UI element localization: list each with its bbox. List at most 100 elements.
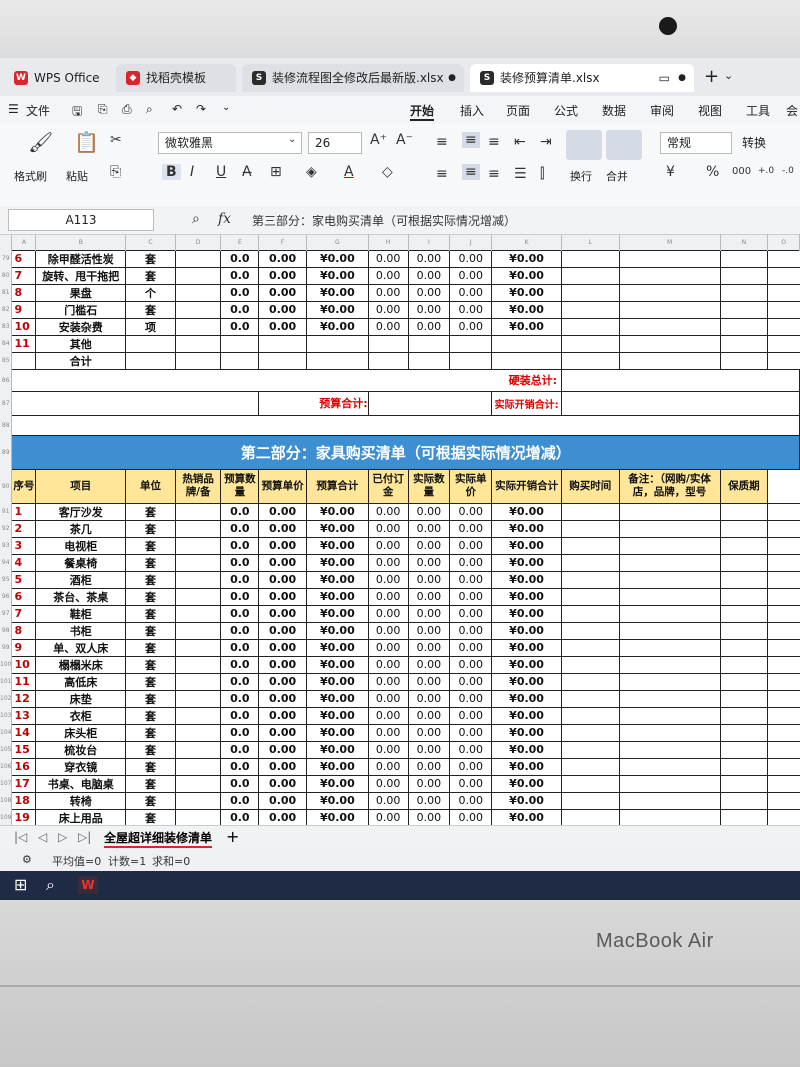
- cell-actual-price[interactable]: 0.00: [449, 689, 493, 708]
- cell-unit[interactable]: 套: [125, 621, 176, 640]
- row-number[interactable]: 93: [0, 537, 13, 554]
- cell-brand[interactable]: [174, 672, 222, 691]
- column-header[interactable]: 保质期: [719, 468, 769, 504]
- cell-actual-qty[interactable]: 0.00: [407, 672, 451, 691]
- cell-budget-total[interactable]: ¥0.00: [306, 519, 369, 538]
- cell-warranty[interactable]: [719, 655, 769, 674]
- cell-deposit[interactable]: 0.00: [367, 283, 409, 302]
- cell-brand[interactable]: [174, 774, 222, 793]
- cell-warranty[interactable]: [719, 638, 769, 657]
- col-header-h[interactable]: H: [368, 235, 409, 250]
- format-painter-icon[interactable]: 🖌: [28, 130, 53, 154]
- cell-extra[interactable]: [767, 740, 800, 759]
- cell-actual-total[interactable]: ¥0.00: [491, 791, 563, 810]
- cell-brand[interactable]: [174, 740, 222, 759]
- cell-actual-price[interactable]: 0.00: [449, 604, 493, 623]
- cell-deposit[interactable]: 0.00: [367, 317, 409, 336]
- cell-warranty[interactable]: [719, 587, 769, 606]
- cell-purchase-time[interactable]: [561, 604, 620, 623]
- cell-index[interactable]: 8: [11, 621, 37, 640]
- redo-icon[interactable]: ↷: [196, 102, 206, 116]
- cell-brand[interactable]: [174, 689, 222, 708]
- indent-decrease-icon[interactable]: ⇤: [514, 134, 526, 150]
- cell-budget-qty[interactable]: 0.0: [220, 249, 260, 268]
- cell-unit[interactable]: 套: [125, 791, 176, 810]
- cell-deposit[interactable]: 0.00: [367, 604, 409, 623]
- cell-extra[interactable]: [767, 266, 800, 285]
- cell-actual-total[interactable]: ¥0.00: [491, 774, 563, 793]
- cell-warranty[interactable]: [719, 791, 769, 810]
- cell-notes[interactable]: [618, 519, 721, 538]
- cell-deposit[interactable]: 0.00: [367, 536, 409, 555]
- cell-actual-price[interactable]: 0.00: [449, 266, 493, 285]
- cell-index[interactable]: [11, 351, 37, 370]
- row-number[interactable]: 97: [0, 605, 13, 622]
- cell-purchase-time[interactable]: [561, 808, 620, 827]
- menu-insert[interactable]: 插入: [460, 102, 484, 119]
- cell-warranty[interactable]: [719, 334, 769, 353]
- cell-actual-qty[interactable]: 0.00: [407, 283, 451, 302]
- align-left-icon[interactable]: ≡: [436, 166, 448, 182]
- cell-brand[interactable]: [174, 266, 222, 285]
- cell-warranty[interactable]: [719, 300, 769, 319]
- cell-actual-total[interactable]: ¥0.00: [491, 249, 563, 268]
- column-header[interactable]: 热销品牌/备: [174, 468, 222, 504]
- cell-purchase-time[interactable]: [561, 638, 620, 657]
- cell-index[interactable]: 11: [11, 334, 37, 353]
- cell-actual-price[interactable]: 0.00: [449, 808, 493, 827]
- cell-actual-qty[interactable]: 0.00: [407, 706, 451, 725]
- cell-budget-qty[interactable]: 0.0: [220, 283, 260, 302]
- cell-actual-qty[interactable]: 0.00: [407, 317, 451, 336]
- cell-budget-total[interactable]: ¥0.00: [306, 689, 369, 708]
- cell-actual-qty[interactable]: 0.00: [407, 638, 451, 657]
- cell-actual-total[interactable]: ¥0.00: [491, 672, 563, 691]
- cell-extra[interactable]: [767, 502, 800, 521]
- cell-purchase-time[interactable]: [561, 774, 620, 793]
- row-number[interactable]: 89: [0, 435, 13, 469]
- cell-deposit[interactable]: 0.00: [367, 808, 409, 827]
- cell-index[interactable]: 11: [11, 672, 37, 691]
- cell-warranty[interactable]: [719, 621, 769, 640]
- fx-icon[interactable]: fx: [218, 211, 231, 227]
- col-header-f[interactable]: F: [258, 235, 307, 250]
- cell-purchase-time[interactable]: [561, 351, 620, 370]
- cell-extra[interactable]: [767, 536, 800, 555]
- cell-index[interactable]: 13: [11, 706, 37, 725]
- cell-index[interactable]: 19: [11, 808, 37, 827]
- cell-budget-total[interactable]: ¥0.00: [306, 604, 369, 623]
- column-header[interactable]: 备注：（网购/实体店，品牌，型号: [618, 468, 721, 504]
- cell-item[interactable]: 床垫: [35, 689, 127, 708]
- cell-budget-qty[interactable]: [220, 351, 260, 370]
- cell-budget-price[interactable]: 0.00: [258, 808, 307, 827]
- cell-notes[interactable]: [618, 638, 721, 657]
- cell-budget-price[interactable]: 0.00: [258, 553, 307, 572]
- cell-brand[interactable]: [174, 536, 222, 555]
- undo-icon[interactable]: ↶: [172, 102, 182, 116]
- column-header[interactable]: 实际单价: [449, 468, 493, 504]
- add-sheet-button[interactable]: +: [226, 827, 239, 846]
- spreadsheet-grid[interactable]: A B C D E F G H I J K L M N O 79 6 除甲醛活性炭套…: [0, 235, 800, 844]
- cell-budget-qty[interactable]: 0.0: [220, 570, 260, 589]
- cell-brand[interactable]: [174, 706, 222, 725]
- cell-purchase-time[interactable]: [561, 740, 620, 759]
- column-header[interactable]: 序号: [11, 468, 37, 504]
- cell-deposit[interactable]: 0.00: [367, 266, 409, 285]
- window-icon[interactable]: ▭: [659, 64, 670, 92]
- section-title[interactable]: 第二部分：家具购买清单（可根据实际情况增减）: [11, 434, 800, 470]
- cell-notes[interactable]: [618, 808, 721, 827]
- cell-actual-total[interactable]: ¥0.00: [491, 689, 563, 708]
- cell-unit[interactable]: 套: [125, 689, 176, 708]
- cell-extra[interactable]: [767, 672, 800, 691]
- align-middle-icon[interactable]: ≡: [462, 132, 480, 148]
- percent-icon[interactable]: %: [706, 164, 719, 180]
- cell-budget-total[interactable]: ¥0.00: [306, 740, 369, 759]
- cell-actual-total[interactable]: ¥0.00: [491, 587, 563, 606]
- cell-budget-price[interactable]: 0.00: [258, 249, 307, 268]
- formula-content[interactable]: 第三部分：家电购买清单（可根据实际情况增减）: [252, 212, 516, 229]
- cell-extra[interactable]: [767, 774, 800, 793]
- cell-warranty[interactable]: [719, 757, 769, 776]
- cell-notes[interactable]: [618, 774, 721, 793]
- cell-warranty[interactable]: [719, 519, 769, 538]
- cell-item[interactable]: 安装杂费: [35, 317, 127, 336]
- cut-icon[interactable]: ✂: [110, 132, 122, 148]
